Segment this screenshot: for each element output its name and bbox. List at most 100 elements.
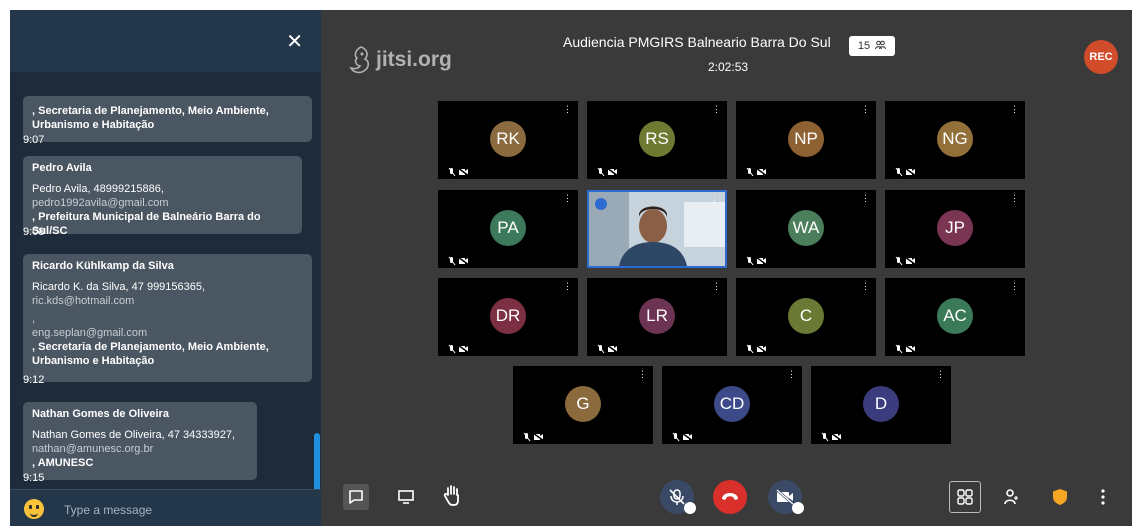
message-line: Pedro Avila, 48999215886,	[32, 183, 164, 195]
participant-avatar: NG	[937, 121, 973, 157]
tile-status-icons	[448, 164, 470, 177]
tile-menu-icon[interactable]: ⋮	[712, 105, 721, 114]
tile-menu-icon[interactable]: ⋮	[936, 370, 945, 379]
participants-icon	[1004, 489, 1018, 505]
logo-text: jitsi.org	[376, 48, 452, 71]
message-line[interactable]: ric.kds@hotmail.com	[32, 294, 304, 308]
participant-tile[interactable]: G ⋮	[513, 366, 653, 444]
participant-tile[interactable]: AC ⋮	[885, 278, 1025, 356]
participant-tile[interactable]: NG ⋮	[885, 101, 1025, 179]
tile-menu-icon[interactable]: ⋮	[861, 282, 870, 291]
mic-options-caret[interactable]	[684, 502, 696, 514]
message-line: , Prefeitura Municipal de Balneário Barr…	[32, 211, 261, 237]
close-chat-button[interactable]: ✕	[286, 32, 303, 52]
security-button[interactable]	[1047, 484, 1073, 510]
tile-menu-icon[interactable]: ⋮	[787, 370, 796, 379]
participant-tile[interactable]: DR ⋮	[438, 278, 578, 356]
microphone-toggle-button[interactable]	[660, 480, 696, 514]
message-time: 9:12	[23, 374, 45, 386]
message-line: Nathan Gomes de Oliveira, 47 34333927,	[32, 429, 236, 441]
message-bubble: Nathan Gomes de Oliveira Nathan Gomes de …	[23, 402, 257, 480]
meeting-timer: 2:02:53	[708, 60, 749, 74]
participant-tile[interactable]: D ⋮	[811, 366, 951, 444]
participant-tile[interactable]: WA ⋮	[736, 190, 876, 268]
tile-status-icons	[746, 253, 768, 266]
emoji-picker-icon[interactable]	[24, 499, 44, 519]
message-line: Urbanismo e Habitação	[32, 355, 155, 367]
participant-avatar: NP	[788, 121, 824, 157]
tile-menu-icon[interactable]: ⋮	[1010, 282, 1019, 291]
tile-status-icons	[746, 341, 768, 354]
camera-toggle-button[interactable]	[768, 480, 804, 514]
message-line[interactable]: pedro1992avila@gmail.com	[32, 196, 294, 210]
participant-avatar: PA	[490, 210, 526, 246]
message-line: Urbanismo e Habitação	[32, 119, 155, 131]
participant-avatar: LR	[639, 298, 675, 334]
message-line: , Secretaria de Planejamento, Meio Ambie…	[32, 105, 269, 117]
message-line[interactable]: eng.seplan@gmail.com	[32, 326, 304, 340]
participants-small-icon	[875, 40, 887, 50]
participant-tile[interactable]: CD ⋮	[662, 366, 802, 444]
message-line[interactable]: nathan@amunesc.org.br	[32, 442, 249, 456]
message-time: 9:08	[23, 226, 45, 238]
tile-menu-icon[interactable]: ⋮	[861, 194, 870, 203]
muted-audio-video-icon	[895, 256, 917, 266]
tile-view-icon	[957, 489, 973, 505]
raise-hand-button[interactable]	[439, 481, 465, 509]
more-options-button[interactable]	[1093, 484, 1113, 510]
meeting-area: jitsi.org Audiencia PMGIRS Balneario Bar…	[321, 10, 1132, 526]
participant-tile[interactable]: JP ⋮	[885, 190, 1025, 268]
participants-button[interactable]	[998, 484, 1024, 510]
tile-status-icons	[895, 253, 917, 266]
tile-status-icons	[895, 164, 917, 177]
muted-audio-video-icon	[523, 432, 545, 442]
jitsi-logo-icon	[349, 46, 370, 74]
tile-menu-icon[interactable]: ⋮	[563, 282, 572, 291]
participant-tile[interactable]: RK ⋮	[438, 101, 578, 179]
message-time: 9:07	[23, 134, 45, 146]
tile-status-icons	[597, 164, 619, 177]
screenshare-button[interactable]	[393, 484, 419, 510]
participant-tile[interactable]: NP ⋮	[736, 101, 876, 179]
message-sender: Ricardo Kühlkamp da Silva	[32, 260, 174, 272]
participant-avatar: RK	[490, 121, 526, 157]
tile-menu-icon[interactable]: ⋮	[710, 196, 719, 205]
tile-status-icons	[746, 164, 768, 177]
muted-audio-video-icon	[597, 344, 619, 354]
chat-icon	[349, 490, 363, 504]
tile-menu-icon[interactable]: ⋮	[1010, 105, 1019, 114]
participant-tile[interactable]: C ⋮	[736, 278, 876, 356]
tile-status-icons	[597, 341, 619, 354]
tile-menu-icon[interactable]: ⋮	[638, 370, 647, 379]
chat-header: ✕	[10, 10, 321, 72]
chat-messages[interactable]: , Secretaria de Planejamento, Meio Ambie…	[10, 72, 321, 498]
participant-avatar: WA	[788, 210, 824, 246]
tile-menu-icon[interactable]: ⋮	[1010, 194, 1019, 203]
participant-tile[interactable]: PA ⋮	[438, 190, 578, 268]
participant-tile[interactable]: RS ⋮	[587, 101, 727, 179]
participant-count-badge[interactable]: 15	[849, 36, 895, 56]
tile-menu-icon[interactable]: ⋮	[861, 105, 870, 114]
tile-menu-icon[interactable]: ⋮	[563, 105, 572, 114]
screenshare-icon	[398, 490, 414, 504]
muted-audio-video-icon	[895, 344, 917, 354]
app-root: ✕ , Secretaria de Planejamento, Meio Amb…	[0, 0, 1132, 526]
muted-audio-video-icon	[448, 167, 470, 177]
camera-options-caret[interactable]	[792, 502, 804, 514]
tile-status-icons	[821, 429, 843, 442]
chat-toggle-button[interactable]	[343, 484, 369, 510]
tile-menu-icon[interactable]: ⋮	[712, 282, 721, 291]
participant-tile[interactable]: LR ⋮	[587, 278, 727, 356]
message-bubble: Ricardo Kühlkamp da Silva Ricardo K. da S…	[23, 254, 312, 382]
hangup-button[interactable]	[713, 480, 747, 514]
message-line: ,	[32, 313, 36, 325]
chat-input-bar	[10, 489, 321, 526]
tile-view-button[interactable]	[949, 481, 981, 513]
tile-menu-icon[interactable]: ⋮	[563, 194, 572, 203]
chat-message: Pedro Avila Pedro Avila, 48999215886, pedr…	[23, 156, 302, 237]
message-sender: Pedro Avila	[32, 162, 92, 174]
message-input[interactable]	[62, 500, 306, 520]
participant-video-tile[interactable]: ⋮	[587, 190, 727, 268]
chat-message: Ricardo Kühlkamp da Silva Ricardo K. da S…	[23, 254, 312, 382]
message-sender: Nathan Gomes de Oliveira	[32, 408, 169, 420]
